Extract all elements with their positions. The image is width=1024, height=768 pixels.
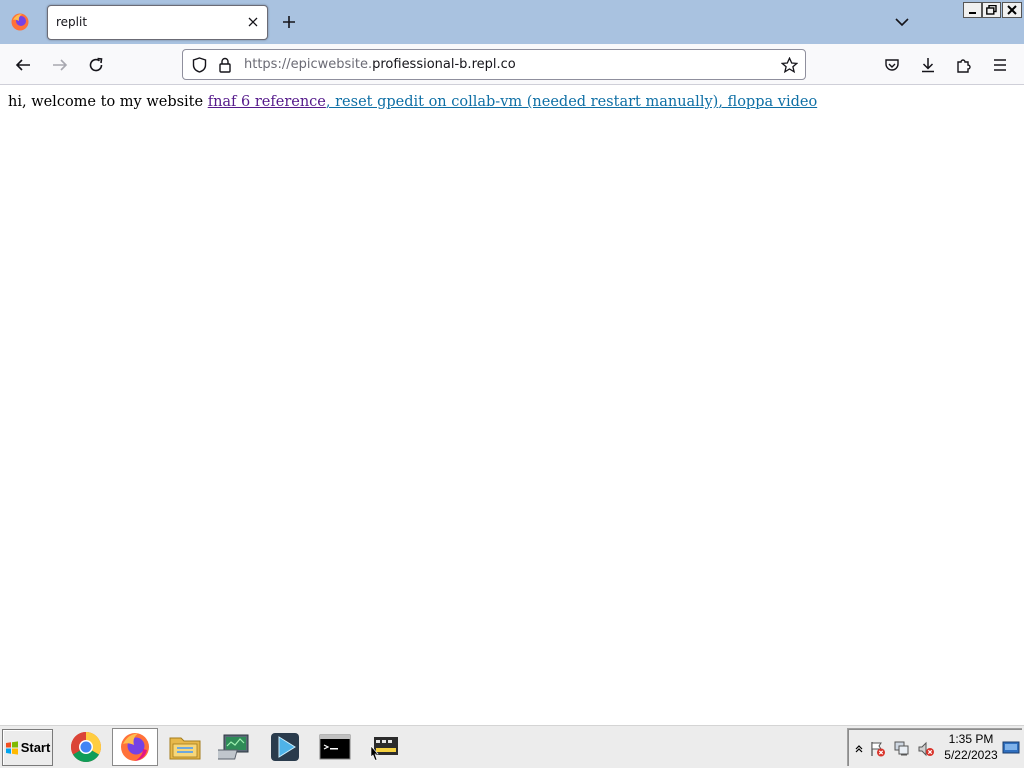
start-button[interactable]: Start [2,729,53,766]
firefox-icon [121,733,149,761]
taskbar-media-player-button[interactable] [262,728,308,766]
taskbar-firefox-button[interactable] [112,728,158,766]
network-icon[interactable] [893,740,911,758]
computer-management-icon [218,734,249,760]
clock-date: 5/22/2023 [944,748,998,762]
taskbar-video-editor-button[interactable] [362,728,408,766]
back-arrow-icon[interactable] [11,53,35,77]
bookmark-star-icon[interactable] [780,56,798,74]
hamburger-menu-icon[interactable] [988,53,1012,77]
clock-time: 1:35 PM [948,732,994,746]
start-label: Start [20,740,51,755]
address-bar[interactable]: https://epicwebsite.profiessional-b.repl… [182,49,806,80]
tab-close-icon[interactable] [244,13,262,31]
action-center-flag-icon[interactable] [869,740,887,758]
file-explorer-icon [169,737,201,760]
extensions-puzzle-icon[interactable] [952,53,976,77]
reload-icon[interactable] [84,53,108,77]
system-clock[interactable]: 1:35 PM 5/22/2023 [944,731,998,763]
video-editor-icon [370,737,398,761]
new-tab-plus-icon[interactable] [279,12,299,32]
command-prompt-icon [319,734,351,760]
windows-flag-icon [5,740,18,755]
browser-titlebar: replit [0,0,1024,44]
page-content: hi, welcome to my website fnaf 6 referen… [0,85,1024,724]
url-text[interactable]: https://epicwebsite.profiessional-b.repl… [244,57,516,72]
pocket-icon[interactable] [880,53,904,77]
minimize-window-button[interactable] [963,2,982,18]
welcome-text: hi, welcome to my website [8,94,208,110]
media-player-icon [271,733,299,761]
firefox-menu-icon[interactable] [8,10,32,34]
close-window-button[interactable] [1002,2,1022,18]
tab-title: replit [56,15,88,29]
taskbar-file-explorer-button[interactable] [162,728,208,766]
link-floppa-video[interactable]: , floppa video [718,94,817,110]
taskbar-chrome-button[interactable] [63,728,109,766]
restore-window-button[interactable] [982,2,1001,18]
url-prefix: https://epicwebsite. [244,57,373,72]
forward-arrow-icon[interactable] [48,53,72,77]
url-domain: profiessional-b.repl.co [372,57,516,72]
tab-replit[interactable]: replit [47,5,268,40]
welcome-line: hi, welcome to my website fnaf 6 referen… [8,94,817,110]
volume-muted-icon[interactable] [917,740,935,758]
link-fnaf-6-reference[interactable]: fnaf 6 reference [208,94,326,110]
taskbar-computer-management-button[interactable] [212,728,258,766]
lock-icon[interactable] [216,56,234,74]
link-reset-gpedit[interactable]: , reset gpedit on collab-vm (needed rest… [326,94,718,110]
downloads-icon[interactable] [916,53,940,77]
list-all-tabs-chevron-icon[interactable] [892,12,912,32]
show-hidden-icons-chevron-icon[interactable] [850,740,868,758]
navigation-toolbar: https://epicwebsite.profiessional-b.repl… [0,44,1024,85]
taskbar-command-prompt-button[interactable] [312,728,358,766]
tracking-protection-shield-icon[interactable] [190,56,208,74]
show-desktop-icon[interactable] [1002,739,1020,757]
taskbar: Start 1:35 PM 5/22/2023 [0,724,1024,768]
chrome-icon [70,732,102,763]
